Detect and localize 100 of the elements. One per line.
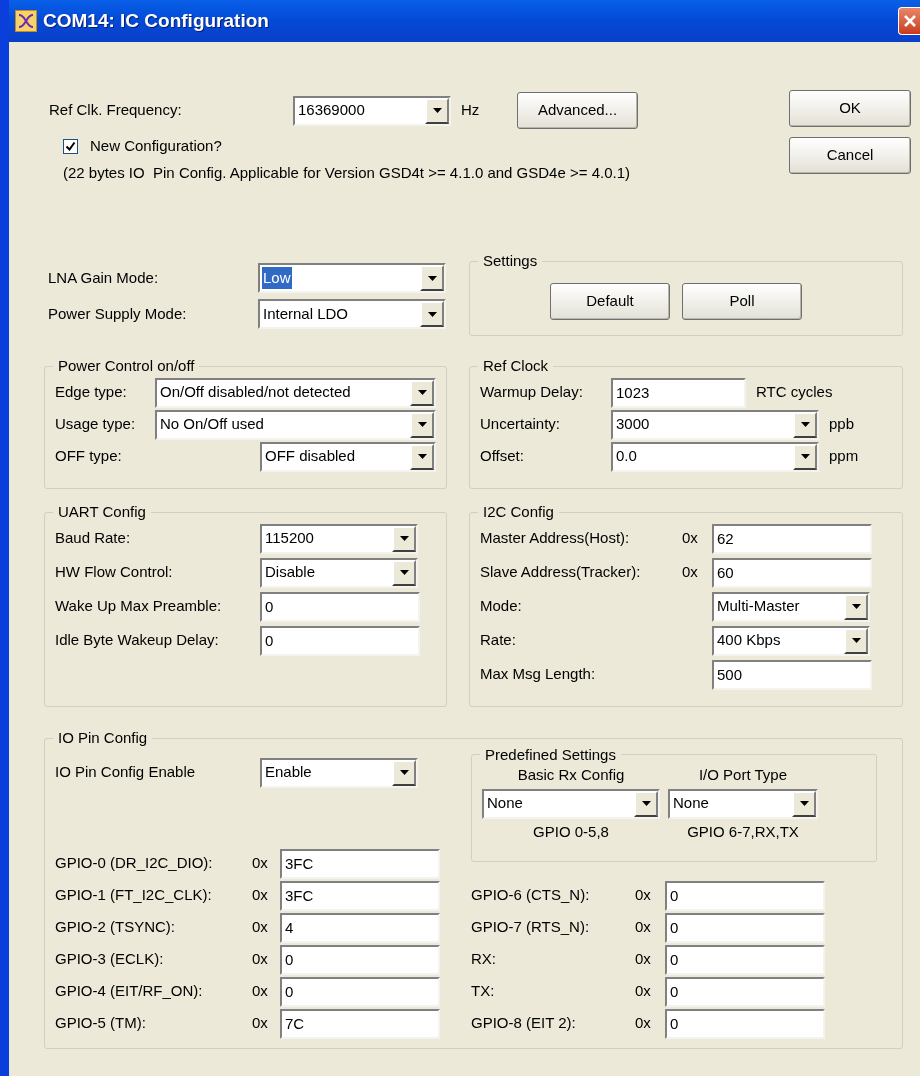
dropdown-arrow-button[interactable] <box>793 411 817 438</box>
button[interactable]: Poll <box>682 282 802 320</box>
dropdown-arrow-button[interactable] <box>844 593 868 620</box>
field-label: GPIO-2 (TSYNC): <box>55 917 176 938</box>
hex-prefix: 0x <box>635 917 652 938</box>
hex-prefix: 0x <box>635 1013 652 1034</box>
dropdown-value: 16369000 <box>297 100 366 121</box>
note-text: GPIO 0-5,8 <box>533 821 609 842</box>
dropdown-field[interactable]: No On/Off used <box>155 409 436 440</box>
field-label: Usage type: <box>55 414 137 435</box>
field-label: TX: <box>471 981 496 1002</box>
field-label: Baud Rate: <box>55 528 132 549</box>
input-field[interactable]: 0 <box>260 625 420 656</box>
input-field[interactable]: 1023 <box>611 377 746 408</box>
dropdown-arrow-button[interactable] <box>392 525 416 552</box>
dropdown-value: 115200 <box>264 528 315 549</box>
dropdown-arrow-button[interactable] <box>392 559 416 586</box>
input-field[interactable]: 0 <box>665 912 825 943</box>
hex-prefix: 0x <box>682 528 699 549</box>
button[interactable]: Advanced... <box>517 92 638 129</box>
dropdown-field[interactable]: 16369000 <box>293 95 451 126</box>
dropdown-field[interactable]: None <box>482 788 660 819</box>
dropdown-arrow-button[interactable] <box>793 443 817 470</box>
field-label: Uncertainty: <box>480 414 562 435</box>
caret-icon <box>399 770 409 775</box>
dropdown-field[interactable]: 115200 <box>260 523 418 554</box>
input-field[interactable]: 62 <box>712 523 872 554</box>
dropdown-value: Multi-Master <box>716 596 801 617</box>
dropdown-arrow-button[interactable] <box>844 627 868 654</box>
input-field[interactable]: 3FC <box>280 848 440 879</box>
field-label: GPIO-0 (DR_I2C_DIO): <box>55 853 214 874</box>
caret-icon <box>851 638 861 643</box>
group-title: Settings <box>482 251 539 271</box>
dropdown-field[interactable]: 400 Kbps <box>712 625 870 656</box>
dropdown-field[interactable]: Enable <box>260 757 418 788</box>
field-label: OFF type: <box>55 446 123 467</box>
group-title: Predefined Settings <box>484 744 617 765</box>
dropdown-arrow-button[interactable] <box>410 379 434 406</box>
input-field[interactable]: 0 <box>665 1008 825 1039</box>
field-label: GPIO-1 (FT_I2C_CLK): <box>55 885 213 906</box>
dropdown-arrow-button[interactable] <box>420 265 444 291</box>
input-field[interactable]: 500 <box>712 659 872 690</box>
dropdown-field[interactable]: None <box>668 788 818 819</box>
hex-prefix: 0x <box>252 981 269 1002</box>
unit-label: RTC cycles <box>756 382 833 403</box>
field-label: Max Msg Length: <box>480 664 597 685</box>
column-heading: I/O Port Type <box>698 765 788 785</box>
dropdown-arrow-button[interactable] <box>392 759 416 786</box>
dropdown-field[interactable]: OFF disabled <box>260 441 436 472</box>
close-button[interactable] <box>898 7 920 35</box>
input-field[interactable]: 60 <box>712 557 872 588</box>
field-label: RX: <box>471 949 497 970</box>
caret-icon <box>641 801 651 806</box>
dropdown-value: OFF disabled <box>264 446 357 467</box>
checkbox-label: New Configuration? <box>90 136 222 156</box>
caret-icon <box>417 422 427 427</box>
group-title: Power Control on/off <box>57 356 196 376</box>
button[interactable]: Default <box>550 282 670 320</box>
input-field[interactable]: 0 <box>665 976 825 1007</box>
caret-icon <box>427 275 437 281</box>
input-field[interactable]: 3FC <box>280 880 440 911</box>
checkbox[interactable] <box>63 138 78 154</box>
input-field[interactable]: 0 <box>280 976 440 1007</box>
hex-prefix: 0x <box>635 949 652 970</box>
dropdown-value: Enable <box>264 762 313 783</box>
group-title: UART Config <box>57 502 147 522</box>
dropdown-value: Disable <box>264 562 317 583</box>
dropdown-field[interactable]: Disable <box>260 557 418 588</box>
input-field[interactable]: 7C <box>280 1008 440 1039</box>
dropdown-field[interactable]: Low <box>258 263 446 293</box>
dropdown-arrow-button[interactable] <box>420 301 444 327</box>
dropdown-field[interactable]: On/Off disabled/not detected <box>155 377 436 408</box>
dropdown-field[interactable]: 0.0 <box>611 441 819 472</box>
dropdown-field[interactable]: 3000 <box>611 409 819 440</box>
field-label: Edge type: <box>55 382 128 403</box>
input-field[interactable]: 0 <box>665 880 825 911</box>
input-field[interactable]: 0 <box>665 944 825 975</box>
dropdown-value: Internal LDO <box>262 303 350 324</box>
caret-icon <box>399 570 409 575</box>
dropdown-field[interactable]: Multi-Master <box>712 591 870 622</box>
dropdown-value: 400 Kbps <box>716 630 782 651</box>
dropdown-arrow-button[interactable] <box>410 411 434 438</box>
hex-prefix: 0x <box>252 949 269 970</box>
field-label: Power Supply Mode: <box>48 303 188 324</box>
dropdown-field[interactable]: Internal LDO <box>258 299 446 329</box>
dropdown-arrow-button[interactable] <box>410 443 434 470</box>
button[interactable]: Cancel <box>789 137 911 174</box>
input-field[interactable]: 4 <box>280 912 440 943</box>
input-field[interactable]: 0 <box>280 944 440 975</box>
dropdown-arrow-button[interactable] <box>425 97 449 124</box>
caret-icon <box>800 422 810 427</box>
group-title: I2C Config <box>482 502 555 522</box>
field-label: Mode: <box>480 596 523 617</box>
input-field[interactable]: 0 <box>260 591 420 622</box>
dropdown-arrow-button[interactable] <box>634 790 658 817</box>
dropdown-arrow-button[interactable] <box>792 790 816 817</box>
field-label: Offset: <box>480 446 525 467</box>
unit-label: ppm <box>829 446 859 467</box>
field-label: GPIO-5 (TM): <box>55 1013 147 1034</box>
button[interactable]: OK <box>789 90 911 127</box>
